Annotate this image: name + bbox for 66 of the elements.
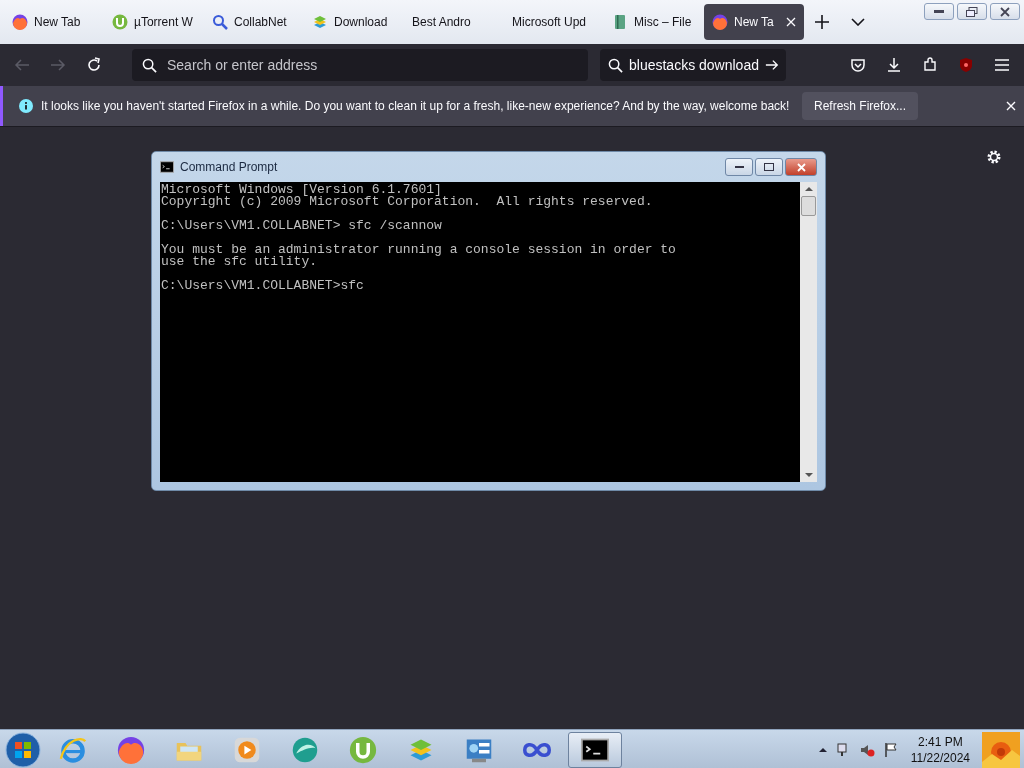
e-logo-icon (59, 736, 87, 764)
browser-tab[interactable]: New Tab (4, 4, 104, 40)
close-icon (796, 162, 806, 172)
settings-icon[interactable] (986, 149, 1002, 165)
close-icon[interactable] (1006, 101, 1016, 111)
up-arrow-icon[interactable] (804, 186, 813, 192)
play-icon (233, 736, 261, 764)
console-icon (160, 160, 174, 174)
refresh-button[interactable]: Refresh Firefox... (801, 92, 918, 120)
browser-tab[interactable]: CollabNet (204, 4, 304, 40)
restore-icon (966, 6, 978, 17)
minimize-button[interactable] (924, 3, 954, 20)
minimize-button[interactable] (725, 158, 753, 176)
console-line: You must be an administrator running a console session in order to (161, 244, 677, 256)
info-icon (19, 99, 33, 113)
maximize-button[interactable] (755, 158, 783, 176)
notification-message: It looks like you haven't started Firefox in a while. Do you want to clean it up for a fresh, like-new experience? And by the way, welcome back! (41, 99, 790, 113)
console-line: C:\Users\VM1.COLLABNET>sfc (161, 280, 365, 292)
browser-tab[interactable]: Misc – File (604, 4, 704, 40)
minimize-icon (934, 9, 944, 14)
down-arrow-icon[interactable] (804, 472, 813, 478)
download-icon (886, 57, 902, 73)
scrollbar[interactable] (800, 182, 817, 482)
close-icon[interactable] (786, 17, 796, 27)
scroll-thumb[interactable] (801, 196, 816, 216)
browser-tab[interactable]: Download (304, 4, 404, 40)
clock[interactable]: 2:41 PM 11/22/2024 (910, 734, 970, 766)
puzzle-icon (922, 57, 938, 73)
flag-icon[interactable] (882, 742, 899, 758)
browser-tab[interactable]: Best Andro (404, 4, 504, 40)
taskbar-button[interactable] (568, 732, 622, 768)
close-button[interactable] (785, 158, 817, 176)
console-line: C:\Users\VM1.COLLABNET> sfc /scannow (161, 220, 443, 232)
pocket-icon (850, 57, 866, 73)
search-icon (212, 14, 228, 30)
window-title: Command Prompt (180, 160, 278, 174)
caret-icon[interactable] (818, 747, 827, 753)
orb-icon (291, 736, 319, 764)
menu-icon (994, 58, 1010, 72)
book-icon (612, 14, 628, 30)
stack-icon (312, 14, 328, 30)
console-line: Microsoft Windows [Version 6.1.7601] (161, 184, 442, 196)
search-icon (142, 57, 157, 73)
browser-tab[interactable]: µTorrent W (104, 4, 204, 40)
address-field[interactable]: Search or enter address (132, 49, 588, 81)
console-icon (581, 736, 609, 764)
forward-arrow-icon (50, 57, 66, 73)
shield-icon (958, 57, 974, 73)
search-icon (608, 57, 623, 73)
chevron-icon (851, 18, 865, 26)
browser-tab[interactable]: Microsoft Upd (504, 4, 604, 40)
search-field[interactable]: bluestacks download (600, 49, 786, 81)
arrow-icon[interactable] (765, 58, 779, 72)
back-arrow-icon (14, 57, 30, 73)
reload-icon (86, 57, 102, 73)
console-line: Copyright (c) 2009 Microsoft Corporation. All rights reserved. (161, 196, 654, 208)
browser-tab[interactable]: New Ta (704, 4, 804, 40)
close-button[interactable] (990, 3, 1020, 20)
restore-button[interactable] (957, 3, 987, 20)
minimize-icon (734, 165, 744, 169)
close-icon (1000, 6, 1010, 17)
start-button[interactable] (4, 731, 42, 768)
muted-speaker-icon[interactable] (858, 742, 875, 758)
maximize-icon (764, 163, 774, 171)
plus-icon (815, 15, 829, 29)
console-line: use the sfc utility. (161, 256, 319, 268)
